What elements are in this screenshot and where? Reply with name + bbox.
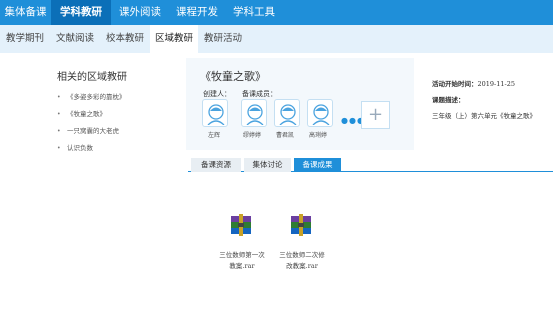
creator-avatar[interactable]	[202, 99, 228, 127]
sub-nav: 教学期刊 文献阅读 校本教研 区域教研 教研活动	[0, 25, 553, 53]
member-avatar[interactable]	[274, 99, 300, 127]
member-name: 缪婷婷	[243, 132, 262, 139]
file-item[interactable]	[229, 214, 253, 240]
top-nav: 集体备课 学科教研 课外阅读 课程开发 学科工具	[0, 0, 553, 25]
description-value: 三年级（上）第六单元《牧童之歌》	[432, 112, 536, 120]
rar-archive-icon	[291, 214, 311, 236]
related-item[interactable]: • 认识负数	[57, 140, 126, 157]
sub-nav-item-research-activities[interactable]: 教研活动	[198, 25, 248, 53]
tab-group-discussion[interactable]: 集体讨论	[244, 158, 291, 172]
bullet-icon: •	[57, 111, 61, 118]
sub-nav-item-regional-research[interactable]: 区域教研	[150, 25, 198, 53]
user-avatar-icon	[207, 104, 225, 125]
related-title: 相关的区域教研	[57, 72, 127, 83]
member-name: 高琍婷	[309, 132, 328, 139]
bullet-icon: •	[57, 94, 61, 101]
top-nav-item-course-dev[interactable]: 课程开发	[169, 0, 225, 25]
top-nav-item-subject-tools[interactable]: 学科工具	[225, 0, 283, 25]
top-nav-item-subject-research[interactable]: 学科教研	[51, 0, 111, 25]
creator-label: 创建人：	[203, 90, 231, 98]
user-avatar-icon	[246, 104, 264, 125]
related-item[interactable]: • 《多姿多彩的靠枕》	[57, 89, 126, 106]
related-item[interactable]: • 《牧童之歌》	[57, 106, 126, 123]
description-label: 课题描述：	[432, 96, 465, 104]
sub-nav-item-literature[interactable]: 文献阅读	[50, 25, 100, 53]
related-list: • 《多姿多彩的靠枕》 • 《牧童之歌》 • 一只窝囊的大老虎 • 认识负数	[57, 89, 126, 157]
sub-nav-item-school-research[interactable]: 校本教研	[100, 25, 150, 53]
tab-prep-resources[interactable]: 备课资源	[191, 158, 241, 172]
start-time-label: 活动开始时间：	[432, 80, 478, 88]
start-time-value: 2019-11-25	[477, 80, 515, 88]
member-avatar[interactable]	[307, 99, 333, 127]
tab-bar	[188, 158, 553, 172]
bullet-icon: •	[57, 145, 61, 152]
file-item[interactable]	[289, 214, 313, 240]
member-avatar[interactable]	[241, 99, 267, 127]
sub-nav-item-journals[interactable]: 教学期刊	[0, 25, 50, 53]
user-avatar-icon	[312, 104, 330, 125]
creator-name: 左辉	[208, 132, 221, 139]
related-item[interactable]: • 一只窝囊的大老虎	[57, 123, 126, 140]
rar-archive-icon	[231, 214, 251, 236]
tab-prep-results[interactable]: 备课成果	[294, 158, 341, 172]
start-time-row: 活动开始时间：2019-11-25	[432, 78, 515, 88]
bullet-icon: •	[57, 128, 61, 135]
file-name[interactable]: 三位数师二次修 改教案.rar	[274, 250, 330, 272]
members-label: 备课成员：	[242, 90, 277, 98]
file-name[interactable]: 三位数师第一次 教案.rar	[214, 250, 270, 272]
member-name: 曹君凯	[276, 132, 295, 139]
top-nav-item-collective-prep[interactable]: 集体备课	[0, 0, 51, 25]
add-member-button[interactable]: +	[361, 101, 390, 129]
user-avatar-icon	[279, 104, 297, 125]
activity-title: 《牧童之歌》	[200, 70, 266, 83]
top-nav-item-extra-reading[interactable]: 课外阅读	[111, 0, 169, 25]
